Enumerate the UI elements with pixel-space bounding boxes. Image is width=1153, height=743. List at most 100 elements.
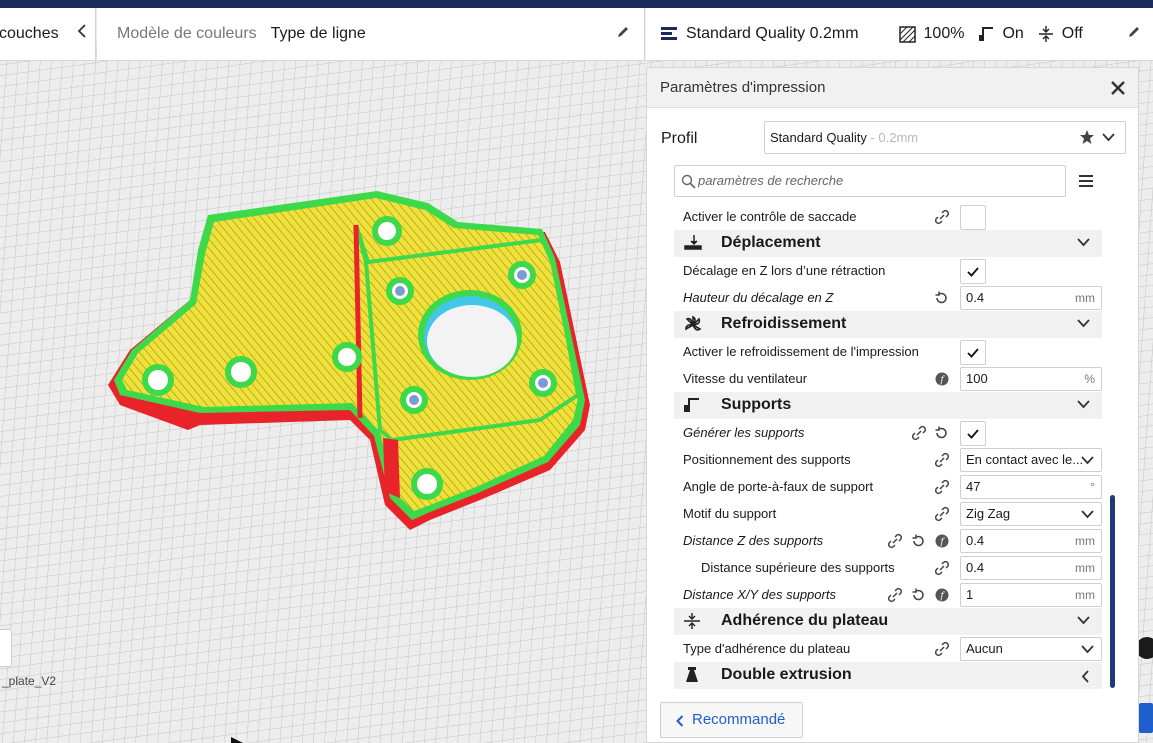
category-dual-extrusion[interactable]: Double extrusion bbox=[674, 662, 1102, 689]
reset-icon[interactable] bbox=[911, 533, 926, 549]
adhesion-summary[interactable]: Off bbox=[1038, 25, 1083, 43]
setting-label: Type d'adhérence du plateau bbox=[683, 641, 851, 656]
profile-summary[interactable]: Standard Quality 0.2mm bbox=[660, 25, 859, 43]
setting-unit: ° bbox=[1090, 480, 1095, 494]
function-icon[interactable]: f bbox=[935, 533, 949, 549]
link-icon[interactable] bbox=[935, 479, 949, 495]
function-icon[interactable]: f bbox=[935, 587, 949, 603]
setting-row-zhop[interactable]: Décalage en Z lors d’une rétraction bbox=[674, 257, 1102, 284]
chevron-down-icon[interactable] bbox=[1077, 400, 1090, 409]
menu-icon[interactable] bbox=[1078, 174, 1094, 188]
infill-summary[interactable]: 100% bbox=[898, 25, 964, 43]
setting-label: Distance Z des supports bbox=[683, 533, 824, 548]
setting-row-jerk[interactable]: Activer le contrôle de saccade bbox=[674, 203, 1102, 230]
quality-icon bbox=[661, 27, 677, 40]
check-icon bbox=[967, 348, 979, 358]
setting-row-support-placement[interactable]: Positionnement des supports En contact a… bbox=[674, 446, 1102, 473]
link-icon[interactable] bbox=[912, 425, 926, 441]
category-travel[interactable]: Déplacement bbox=[674, 230, 1102, 257]
setting-row-adhesion-type[interactable]: Type d'adhérence du plateau Aucun bbox=[674, 635, 1102, 662]
setting-value-field[interactable]: 0.4 mm bbox=[960, 529, 1102, 553]
slice-button-edge[interactable] bbox=[1139, 703, 1153, 733]
setting-value-field[interactable]: 0.4 mm bbox=[960, 556, 1102, 580]
link-icon[interactable] bbox=[888, 533, 902, 549]
recommended-button[interactable]: Recommandé bbox=[660, 702, 803, 738]
setting-row-support-top[interactable]: Distance supérieure des supports 0.4 mm bbox=[674, 554, 1102, 581]
setting-row-support-xy[interactable]: Distance X/Y des supports f 1 mm bbox=[674, 581, 1102, 608]
chevron-down-icon bbox=[1081, 510, 1094, 519]
link-icon[interactable] bbox=[935, 506, 949, 522]
category-adhesion[interactable]: Adhérence du plateau bbox=[674, 608, 1102, 635]
reset-icon[interactable] bbox=[911, 587, 926, 603]
chevron-down-icon[interactable] bbox=[1077, 238, 1090, 247]
layer-view-header[interactable]: couches bbox=[0, 8, 96, 61]
setting-row-support-pattern[interactable]: Motif du support Zig Zag bbox=[674, 500, 1102, 527]
reset-icon[interactable] bbox=[934, 290, 949, 306]
link-icon[interactable] bbox=[888, 587, 902, 603]
support-summary[interactable]: On bbox=[978, 25, 1024, 43]
chevron-left-icon[interactable] bbox=[77, 23, 87, 39]
setting-checkbox[interactable] bbox=[960, 205, 986, 230]
profile-sub: - 0.2mm bbox=[866, 130, 919, 145]
setting-value: 0.4 bbox=[966, 290, 985, 305]
setting-label: Vitesse du ventilateur bbox=[683, 371, 808, 386]
print-settings-header[interactable]: Standard Quality 0.2mm 100% On Off bbox=[646, 8, 1153, 61]
setting-unit: mm bbox=[1075, 534, 1095, 548]
pencil-icon[interactable] bbox=[616, 25, 630, 39]
setting-unit: mm bbox=[1075, 561, 1095, 575]
settings-search[interactable] bbox=[674, 165, 1066, 197]
pencil-icon[interactable] bbox=[1127, 25, 1141, 39]
top-bar bbox=[0, 0, 1153, 8]
adhesion-value: Off bbox=[1061, 25, 1083, 42]
settings-scrollbar[interactable] bbox=[1110, 495, 1115, 688]
print-settings-panel: Paramètres d'impression Profil Standard … bbox=[646, 67, 1139, 743]
check-icon bbox=[967, 429, 979, 439]
infill-icon bbox=[898, 25, 916, 43]
reset-icon[interactable] bbox=[934, 425, 949, 441]
chevron-left-icon[interactable] bbox=[1081, 670, 1090, 683]
color-scheme-value[interactable]: Type de ligne bbox=[271, 25, 366, 43]
profile-summary-label: Standard Quality 0.2mm bbox=[686, 25, 859, 42]
setting-checkbox[interactable] bbox=[960, 421, 986, 446]
setting-value-field[interactable]: 100% bbox=[960, 367, 1102, 391]
setting-dropdown[interactable]: Aucun bbox=[960, 637, 1102, 661]
link-icon[interactable] bbox=[935, 560, 949, 576]
category-support[interactable]: Supports bbox=[674, 392, 1102, 419]
link-icon[interactable] bbox=[935, 641, 949, 657]
panel-title: Paramètres d'impression bbox=[647, 68, 1138, 108]
setting-value-field[interactable]: 0.4 mm bbox=[960, 286, 1102, 310]
chevron-down-icon[interactable] bbox=[1077, 616, 1090, 625]
link-icon[interactable] bbox=[935, 209, 949, 225]
search-input[interactable] bbox=[698, 173, 1058, 188]
setting-dropdown[interactable]: Zig Zag bbox=[960, 502, 1102, 526]
setting-checkbox[interactable] bbox=[960, 259, 986, 284]
chevron-down-icon[interactable] bbox=[1077, 319, 1090, 328]
play-icon[interactable] bbox=[229, 736, 247, 743]
setting-row-fan-speed[interactable]: Vitesse du ventilateur f 100% bbox=[674, 365, 1102, 392]
category-label: Refroidissement bbox=[721, 315, 847, 332]
close-icon[interactable] bbox=[1108, 78, 1128, 98]
left-side-handle[interactable] bbox=[0, 629, 12, 667]
travel-icon bbox=[684, 235, 702, 250]
settings-list[interactable]: Activer le contrôle de saccade Déplaceme… bbox=[674, 203, 1102, 690]
setting-dropdown[interactable]: En contact avec le... bbox=[960, 448, 1102, 472]
setting-row-cooling-enable[interactable]: Activer le refroidissement de l'impressi… bbox=[674, 338, 1102, 365]
color-scheme-header[interactable]: Modèle de couleurs Type de ligne bbox=[97, 8, 645, 61]
setting-row-support-z[interactable]: Distance Z des supports f 0.4 mm bbox=[674, 527, 1102, 554]
setting-value: En contact avec le... bbox=[966, 452, 1084, 467]
setting-value-field[interactable]: 1 mm bbox=[960, 583, 1102, 607]
setting-checkbox[interactable] bbox=[960, 340, 986, 365]
category-label: Adhérence du plateau bbox=[721, 612, 889, 629]
link-icon[interactable] bbox=[935, 452, 949, 468]
chevron-down-icon[interactable] bbox=[1102, 133, 1115, 142]
function-icon[interactable]: f bbox=[935, 371, 949, 387]
setting-value-field[interactable]: 47 ° bbox=[960, 475, 1102, 499]
setting-row-support-gen[interactable]: Générer les supports bbox=[674, 419, 1102, 446]
setting-row-zhop-height[interactable]: Hauteur du décalage en Z 0.4 mm bbox=[674, 284, 1102, 311]
star-icon[interactable] bbox=[1079, 129, 1095, 145]
layer-view-label: couches bbox=[0, 25, 59, 42]
category-cooling[interactable]: Refroidissement bbox=[674, 311, 1102, 338]
profile-select[interactable]: Standard Quality - 0.2mm bbox=[764, 121, 1126, 154]
setting-row-support-angle[interactable]: Angle de porte-à-faux de support 47 ° bbox=[674, 473, 1102, 500]
setting-value: 100 bbox=[966, 371, 988, 386]
